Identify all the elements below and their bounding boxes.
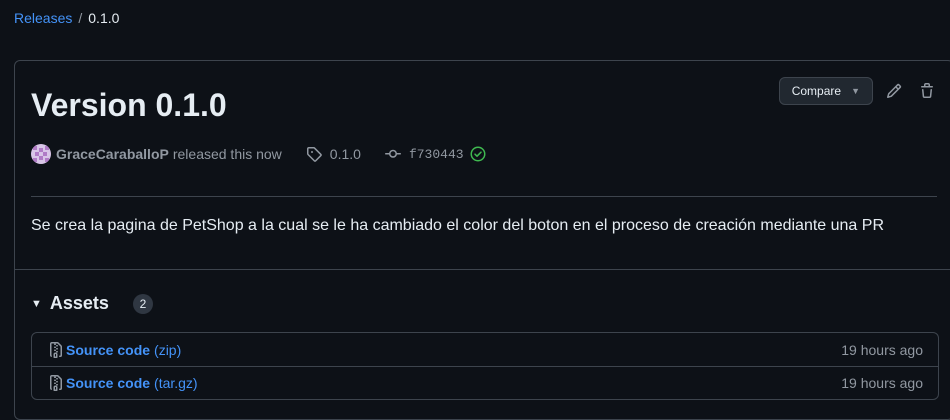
author-link[interactable]: GraceCaraballoP bbox=[56, 146, 169, 162]
tag-icon bbox=[306, 147, 322, 162]
pencil-icon bbox=[886, 83, 902, 99]
edit-release-button[interactable] bbox=[882, 79, 906, 103]
breadcrumb-current: 0.1.0 bbox=[88, 10, 120, 26]
assets-count-badge: 2 bbox=[132, 293, 153, 314]
file-zip-icon bbox=[50, 375, 62, 391]
asset-ext: (zip) bbox=[154, 341, 182, 358]
assets-list: Source code (zip) 19 hours ago Source co… bbox=[31, 332, 939, 400]
breadcrumb-separator: / bbox=[78, 10, 83, 26]
compare-button[interactable]: Compare ▼ bbox=[778, 77, 873, 105]
release-title: Version 0.1.0 bbox=[31, 87, 227, 123]
assets-header: ▼ Assets 2 bbox=[31, 293, 153, 314]
git-commit-icon bbox=[384, 149, 401, 158]
tag-link[interactable]: 0.1.0 bbox=[306, 146, 361, 162]
file-zip-icon bbox=[50, 341, 62, 358]
assets-title[interactable]: Assets bbox=[50, 293, 109, 314]
delete-release-button[interactable] bbox=[915, 79, 939, 103]
identicon-icon bbox=[31, 144, 51, 164]
asset-ext: (tar.gz) bbox=[154, 375, 198, 391]
divider bbox=[31, 196, 937, 197]
trash-icon bbox=[921, 83, 933, 98]
release-card: Version 0.1.0 Compare ▼ GraceCaraballoP … bbox=[14, 60, 950, 420]
asset-link-zip[interactable]: Source code (zip) bbox=[48, 341, 182, 358]
asset-row: Source code (zip) 19 hours ago bbox=[32, 333, 938, 366]
divider bbox=[15, 269, 950, 270]
breadcrumb-releases-link[interactable]: Releases bbox=[14, 10, 72, 26]
breadcrumb: Releases / 0.1.0 bbox=[14, 10, 119, 26]
compare-button-label: Compare bbox=[791, 84, 842, 98]
triangle-down-icon: ▼ bbox=[851, 86, 860, 96]
commit-link[interactable]: f730443 bbox=[384, 146, 464, 162]
triangle-down-icon[interactable]: ▼ bbox=[31, 298, 42, 310]
tag-label: 0.1.0 bbox=[329, 146, 361, 162]
asset-timestamp: 19 hours ago bbox=[841, 341, 923, 358]
asset-timestamp: 19 hours ago bbox=[841, 375, 923, 391]
release-actions: Compare ▼ bbox=[778, 77, 939, 105]
commit-sha: f730443 bbox=[408, 146, 464, 162]
avatar[interactable] bbox=[31, 144, 51, 164]
check-circle-icon[interactable] bbox=[470, 146, 486, 162]
asset-link-targz[interactable]: Source code (tar.gz) bbox=[48, 375, 198, 391]
asset-row: Source code (tar.gz) 19 hours ago bbox=[32, 366, 938, 399]
release-action-text: released this now bbox=[172, 146, 282, 162]
asset-name: Source code bbox=[66, 375, 151, 391]
release-meta: GraceCaraballoP released this now 0.1.0 … bbox=[31, 144, 486, 164]
asset-name: Source code bbox=[66, 341, 151, 358]
release-description: Se crea la pagina de PetShop a la cual s… bbox=[31, 217, 884, 234]
